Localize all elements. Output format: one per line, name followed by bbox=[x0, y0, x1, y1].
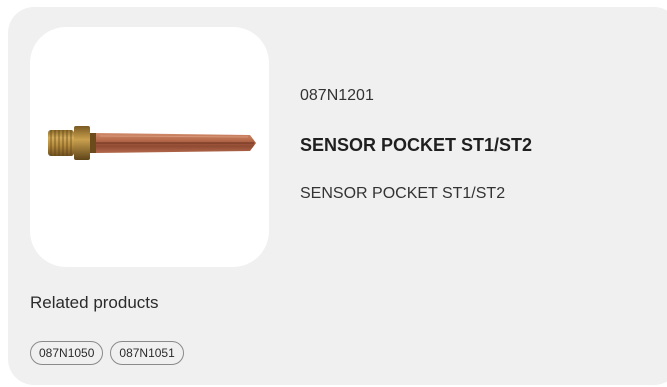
sensor-pocket-image bbox=[48, 126, 256, 160]
related-product-chip[interactable]: 087N1050 bbox=[30, 341, 104, 365]
related-product-chip[interactable]: 087N1051 bbox=[110, 341, 184, 365]
product-image[interactable] bbox=[30, 27, 269, 267]
product-card: 087N1201 SENSOR POCKET ST1/ST2 SENSOR PO… bbox=[8, 7, 667, 385]
product-code: 087N1201 bbox=[300, 87, 374, 104]
related-products-list: 087N1050 087N1051 bbox=[30, 341, 184, 365]
product-description: SENSOR POCKET ST1/ST2 bbox=[300, 185, 506, 202]
product-title: SENSOR POCKET ST1/ST2 bbox=[300, 135, 533, 155]
related-products-heading: Related products bbox=[30, 293, 159, 312]
